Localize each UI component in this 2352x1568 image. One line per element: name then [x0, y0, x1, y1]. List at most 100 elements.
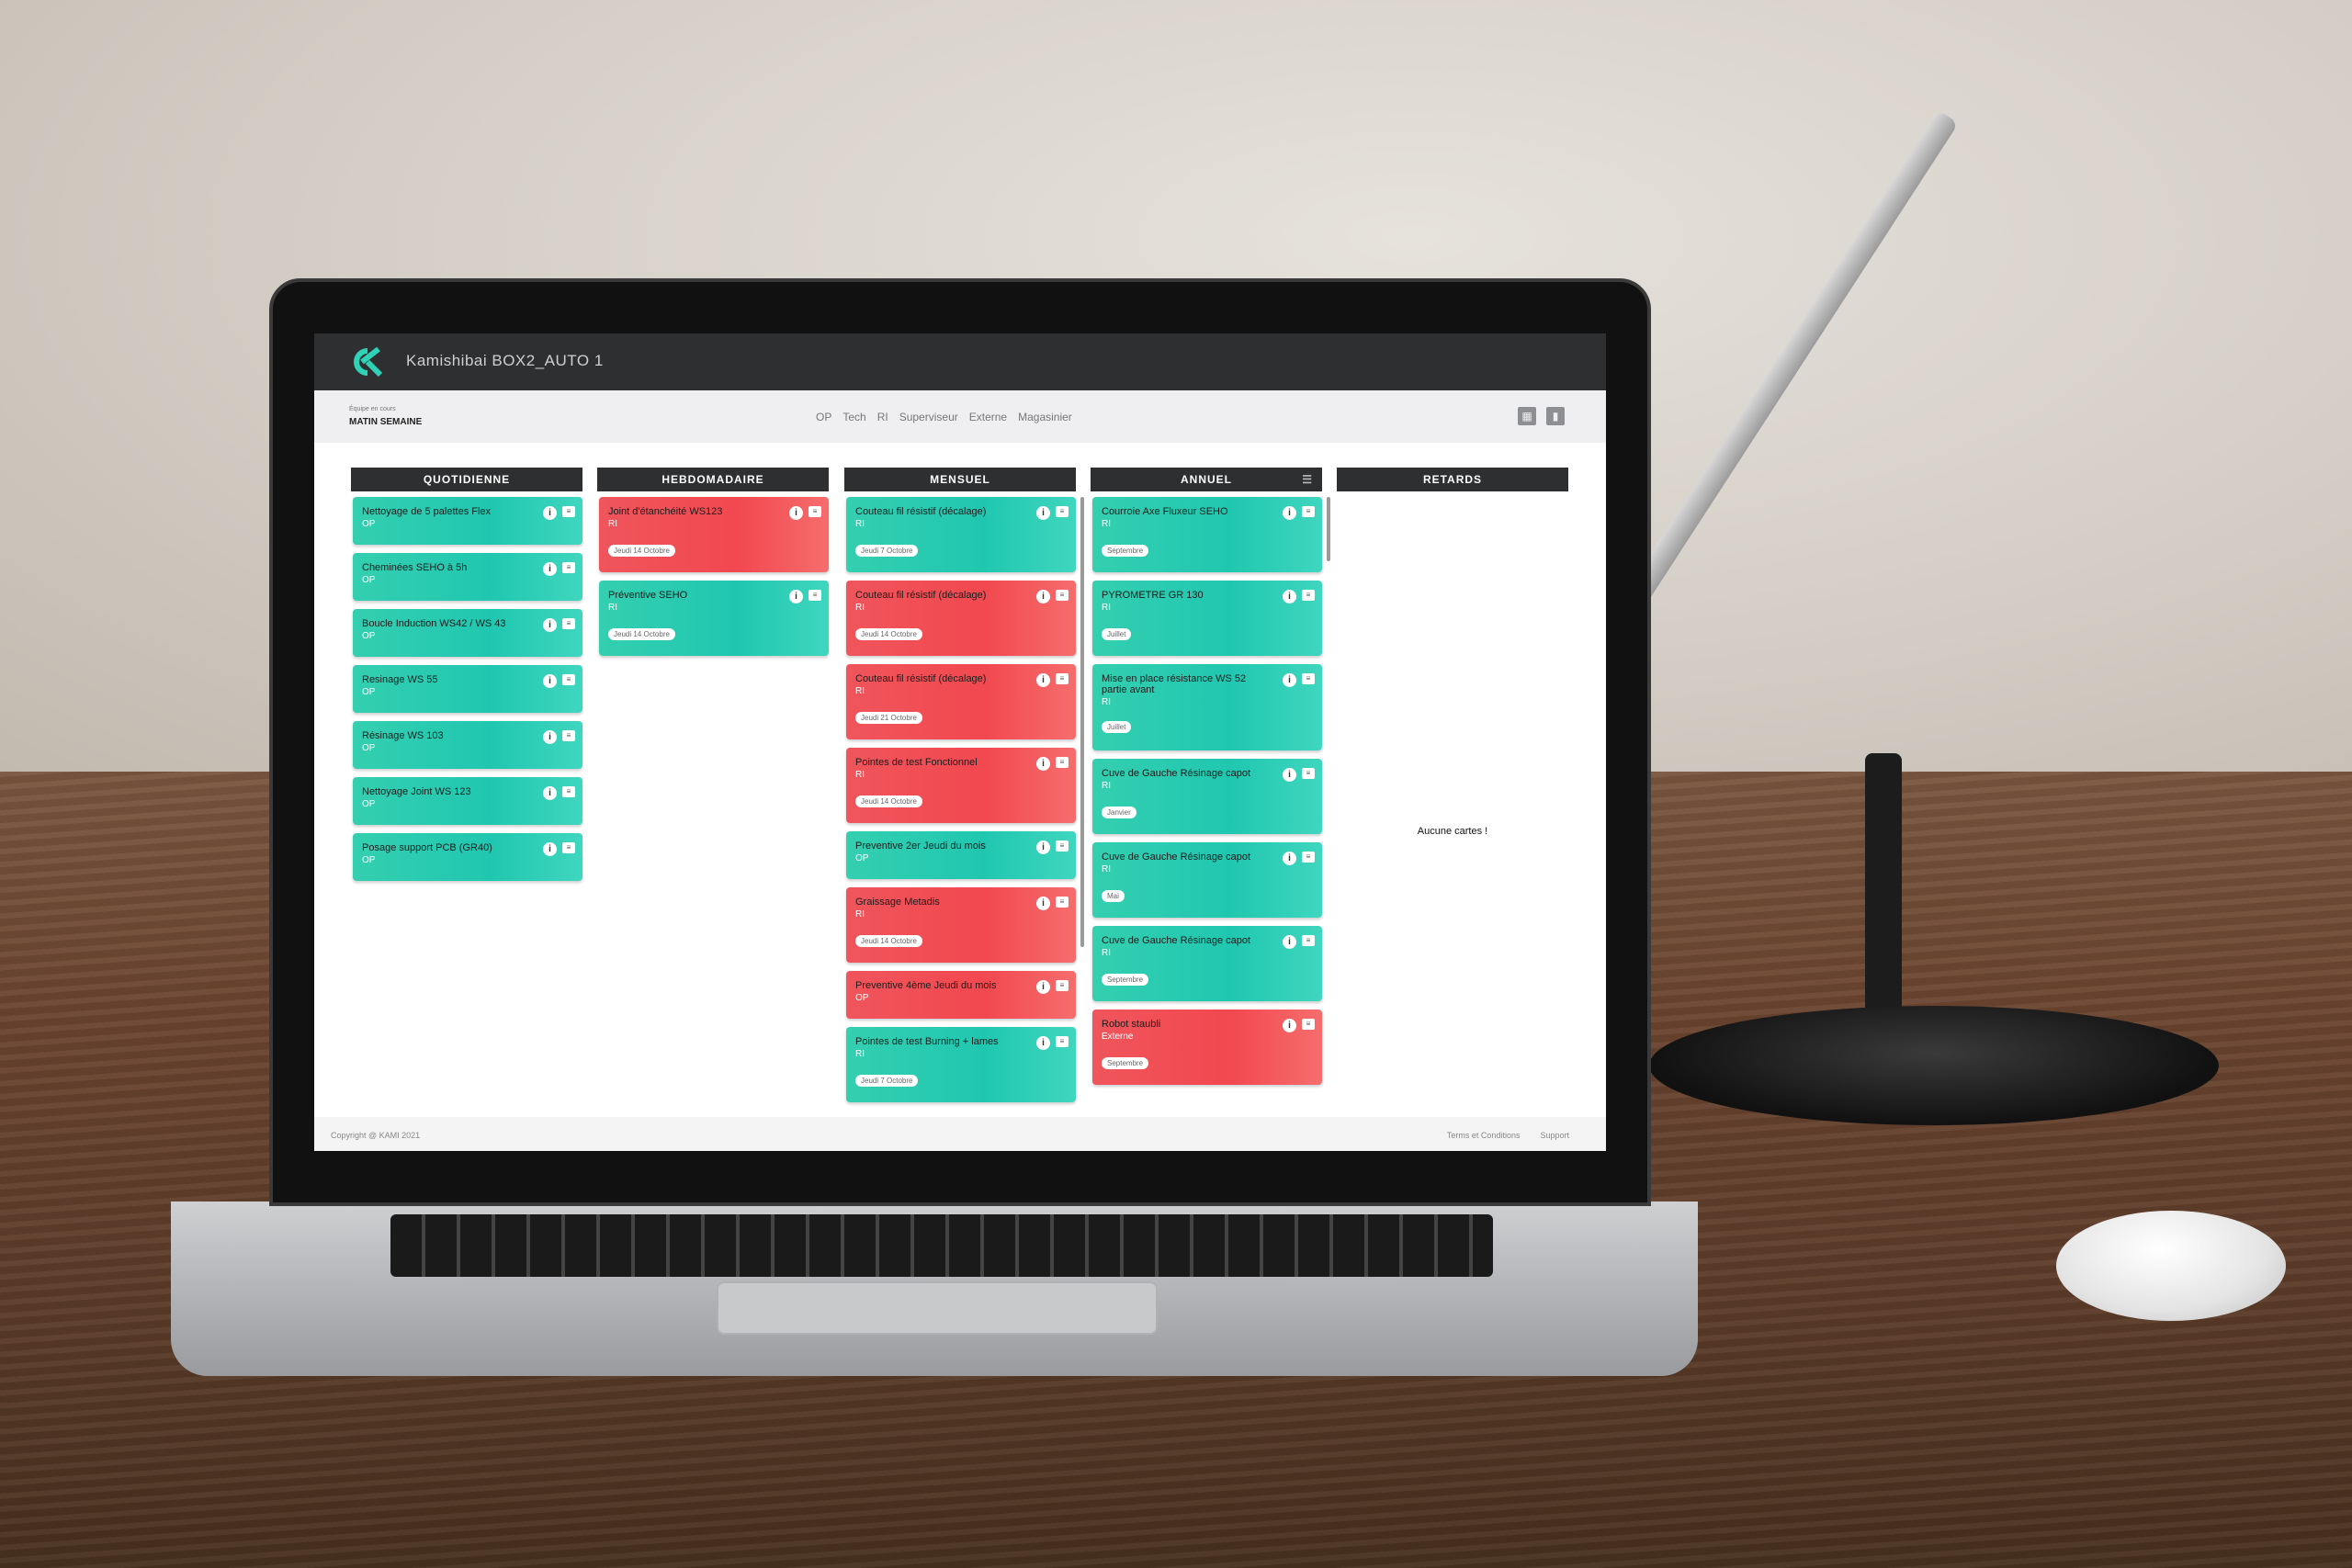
task-card[interactable]: Cuve de Gauche Résinage capot RI Mai i ≡	[1092, 842, 1322, 918]
nav-op[interactable]: OP	[816, 411, 831, 423]
card-title: Pointes de test Fonctionnel	[855, 757, 978, 768]
info-icon[interactable]: i	[789, 506, 803, 520]
nav-ri[interactable]: RI	[877, 411, 888, 423]
card-title: Cuve de Gauche Résinage capot	[1102, 935, 1251, 946]
comment-icon[interactable]: ≡	[1302, 935, 1315, 946]
comment-icon[interactable]: ≡	[1302, 506, 1315, 517]
comment-icon[interactable]: ≡	[1056, 673, 1069, 684]
task-card[interactable]: Nettoyage Joint WS 123 OP i ≡	[353, 777, 582, 825]
task-card[interactable]: Couteau fil résistif (décalage) RI Jeudi 2…	[846, 664, 1076, 739]
info-icon[interactable]: i	[1036, 1036, 1050, 1050]
app-title: Kamishibai BOX2_AUTO 1	[406, 352, 604, 369]
info-icon[interactable]: i	[543, 674, 557, 688]
task-card[interactable]: Cuve de Gauche Résinage capot RI Janvier i ≡	[1092, 759, 1322, 834]
info-icon[interactable]: i	[1283, 673, 1296, 687]
card-assignee: RI	[608, 603, 617, 613]
support-link[interactable]: Support	[1540, 1131, 1569, 1140]
info-icon[interactable]: i	[1036, 673, 1050, 687]
task-card[interactable]: Cheminées SEHO à 5h OP i ≡	[353, 553, 582, 601]
info-icon[interactable]: i	[1283, 506, 1296, 520]
filter-icon[interactable]: ☰	[1302, 468, 1313, 491]
comment-icon[interactable]: ≡	[562, 730, 575, 741]
scrollbar[interactable]	[1327, 497, 1330, 561]
ck-logo-icon[interactable]	[347, 345, 384, 378]
task-card[interactable]: Préventive SEHO RI Jeudi 14 Octobre i ≡	[599, 581, 829, 656]
info-icon[interactable]: i	[543, 730, 557, 744]
info-icon[interactable]: i	[1283, 768, 1296, 782]
task-card[interactable]: Graissage Metadis RI Jeudi 14 Octobre i ≡	[846, 887, 1076, 963]
comment-icon[interactable]: ≡	[1056, 1036, 1069, 1047]
card-due-date: Jeudi 7 Octobre	[855, 1075, 919, 1087]
card-due-date: Jeudi 21 Octobre	[855, 712, 922, 724]
column-header: RETARDS	[1337, 468, 1568, 491]
task-card[interactable]: Nettoyage de 5 palettes Flex OP i ≡	[353, 497, 582, 545]
comment-icon[interactable]: ≡	[808, 590, 821, 601]
info-icon[interactable]: i	[1036, 980, 1050, 994]
task-card[interactable]: Cuve de Gauche Résinage capot RI Septembre…	[1092, 926, 1322, 1001]
comment-icon[interactable]: ≡	[562, 618, 575, 629]
task-card[interactable]: Joint d'étanchéité WS123 RI Jeudi 14 Octob…	[599, 497, 829, 572]
info-icon[interactable]: i	[1036, 897, 1050, 910]
info-icon[interactable]: i	[1283, 1019, 1296, 1032]
comment-icon[interactable]: ≡	[1302, 768, 1315, 779]
info-icon[interactable]: i	[543, 842, 557, 856]
column-retards: RETARDS Aucune cartes !	[1337, 468, 1568, 837]
info-icon[interactable]: i	[543, 562, 557, 576]
card-due-date: Jeudi 14 Octobre	[855, 795, 922, 807]
comment-icon[interactable]: ≡	[1056, 506, 1069, 517]
comment-icon[interactable]: ≡	[1056, 840, 1069, 852]
nav-superviseur[interactable]: Superviseur	[899, 411, 958, 423]
task-card[interactable]: Posage support PCB (GR40) OP i ≡	[353, 833, 582, 881]
task-card[interactable]: Boucle Induction WS42 / WS 43 OP i ≡	[353, 609, 582, 657]
comment-icon[interactable]: ≡	[808, 506, 821, 517]
comment-icon[interactable]: ≡	[1056, 980, 1069, 991]
comment-icon[interactable]: ≡	[1302, 852, 1315, 863]
comment-icon[interactable]: ≡	[562, 786, 575, 797]
comment-icon[interactable]: ≡	[1302, 590, 1315, 601]
nav-externe[interactable]: Externe	[969, 411, 1007, 423]
task-card[interactable]: Resinage WS 55 OP i ≡	[353, 665, 582, 713]
nav-magasinier[interactable]: Magasinier	[1018, 411, 1072, 423]
comment-icon[interactable]: ≡	[1302, 673, 1315, 684]
comment-icon[interactable]: ≡	[1056, 590, 1069, 601]
task-card[interactable]: Mise en place résistance WS 52 partie av…	[1092, 664, 1322, 750]
comment-icon[interactable]: ≡	[1056, 757, 1069, 768]
card-assignee: RI	[608, 519, 617, 529]
info-icon[interactable]: i	[1036, 506, 1050, 520]
info-icon[interactable]: i	[1036, 840, 1050, 854]
task-card[interactable]: Couteau fil résistif (décalage) RI Jeudi 1…	[846, 581, 1076, 656]
scrollbar[interactable]	[1080, 497, 1084, 947]
task-card[interactable]: Preventive 4ème Jeudi du mois OP i ≡	[846, 971, 1076, 1019]
nav-tech[interactable]: Tech	[842, 411, 865, 423]
task-card[interactable]: PYROMETRE GR 130 RI Juillet i ≡	[1092, 581, 1322, 656]
comment-icon[interactable]: ≡	[562, 506, 575, 517]
terms-link[interactable]: Terms et Conditions	[1447, 1131, 1521, 1140]
comment-icon[interactable]: ≡	[562, 674, 575, 685]
info-icon[interactable]: i	[1036, 590, 1050, 604]
task-card[interactable]: Courroie Axe Fluxeur SEHO RI Septembre i ≡	[1092, 497, 1322, 572]
task-card[interactable]: Pointes de test Burning + lames RI Jeudi 7…	[846, 1027, 1076, 1102]
info-icon[interactable]: i	[543, 786, 557, 800]
info-icon[interactable]: i	[1283, 935, 1296, 949]
info-icon[interactable]: i	[543, 506, 557, 520]
card-assignee: RI	[855, 909, 865, 919]
task-card[interactable]: Robot staubli Externe Septembre i ≡	[1092, 1010, 1322, 1085]
bar-chart-icon[interactable]: ▮	[1546, 407, 1565, 425]
info-icon[interactable]: i	[1283, 852, 1296, 865]
comment-icon[interactable]: ≡	[562, 562, 575, 573]
comment-icon[interactable]: ≡	[562, 842, 575, 853]
info-icon[interactable]: i	[789, 590, 803, 604]
task-card[interactable]: Résinage WS 103 OP i ≡	[353, 721, 582, 769]
card-title: Mise en place résistance WS 52 partie av…	[1102, 673, 1247, 695]
info-icon[interactable]: i	[1283, 590, 1296, 604]
task-card[interactable]: Preventive 2er Jeudi du mois OP i ≡	[846, 831, 1076, 879]
card-title: Posage support PCB (GR40)	[362, 842, 492, 853]
task-card[interactable]: Pointes de test Fonctionnel RI Jeudi 14 Oc…	[846, 748, 1076, 823]
comment-icon[interactable]: ≡	[1056, 897, 1069, 908]
chat-icon[interactable]: ▦	[1518, 407, 1536, 425]
info-icon[interactable]: i	[543, 618, 557, 632]
task-card[interactable]: Couteau fil résistif (décalage) RI Jeudi 7…	[846, 497, 1076, 572]
card-assignee: OP	[362, 519, 376, 529]
info-icon[interactable]: i	[1036, 757, 1050, 771]
comment-icon[interactable]: ≡	[1302, 1019, 1315, 1030]
